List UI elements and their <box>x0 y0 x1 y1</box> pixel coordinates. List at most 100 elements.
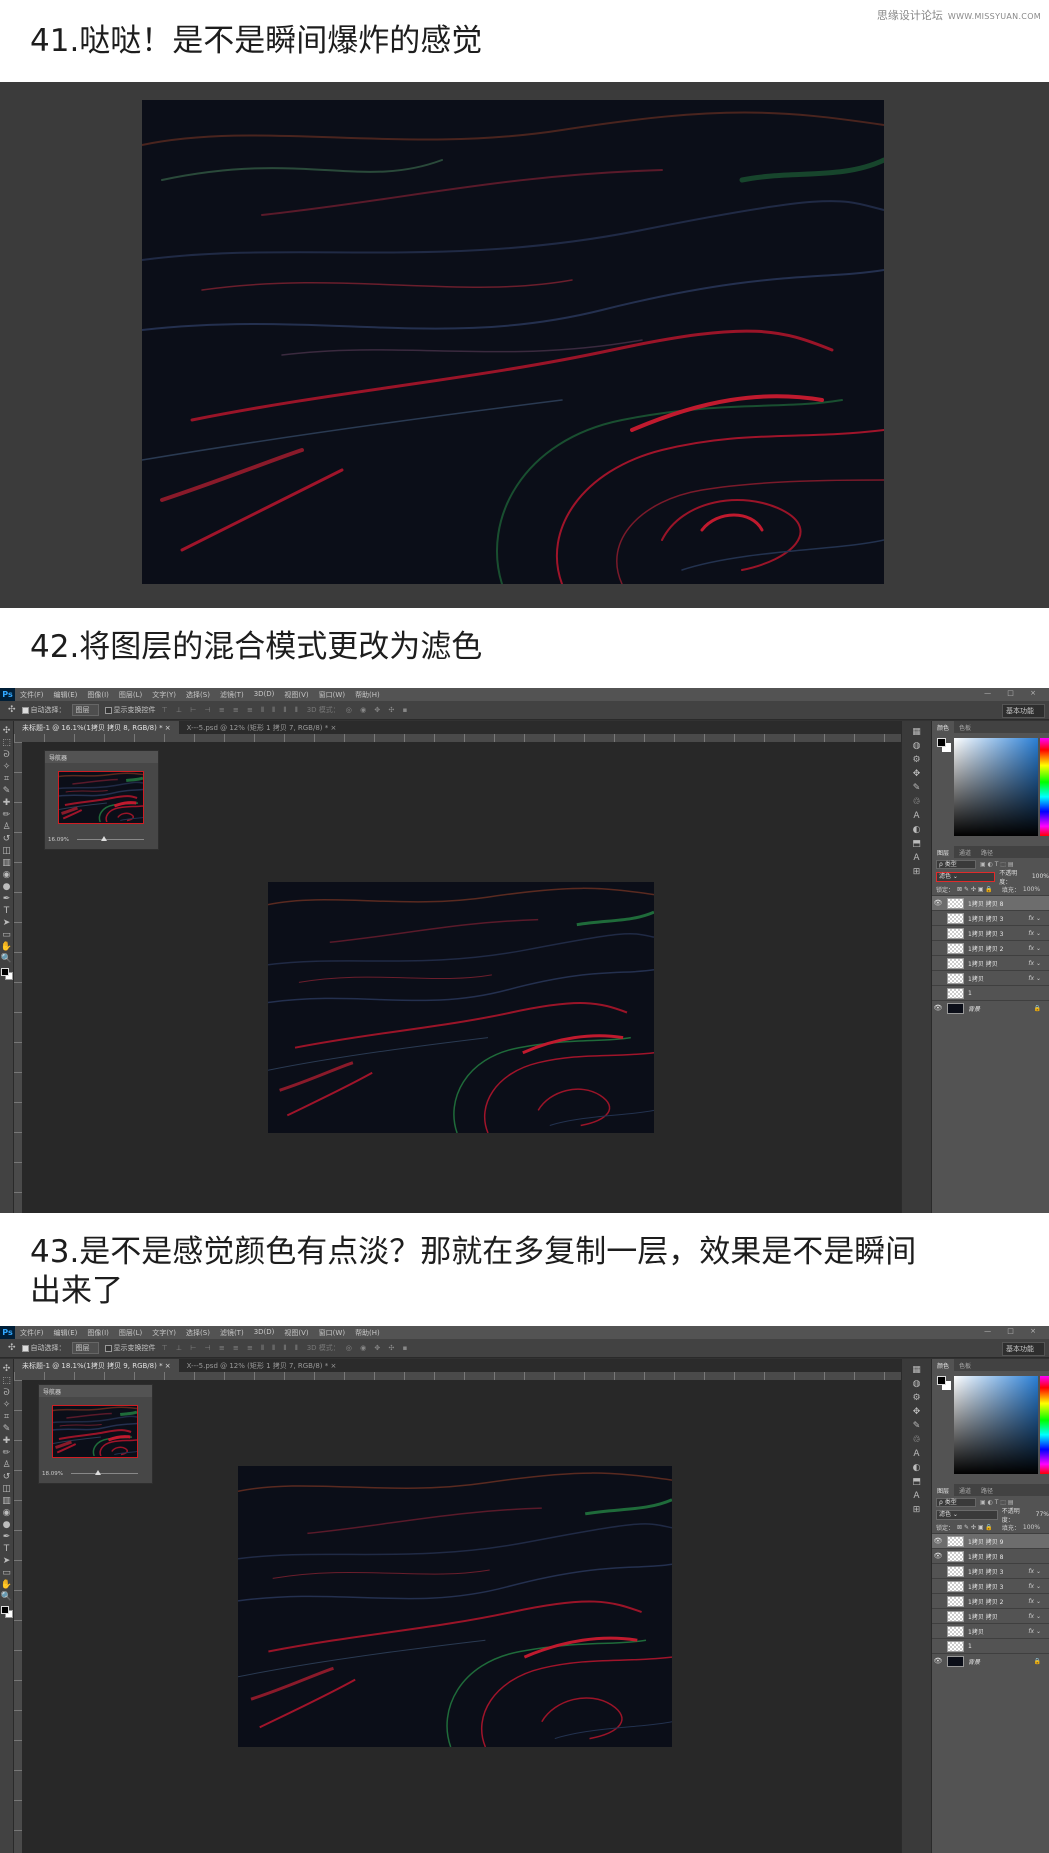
move-icon[interactable]: ✣ <box>0 1363 13 1375</box>
healing-icon[interactable]: ✚ <box>0 1435 13 1447</box>
panel-shortcut-icon[interactable]: ▦ <box>902 727 931 741</box>
blend-mode-dropdown[interactable]: 滤色 ⌄ <box>936 871 996 882</box>
document-tab[interactable]: X---5.psd @ 12% (矩形 1 拷贝 7, RGB/8) * × <box>179 1359 345 1372</box>
align-icons[interactable]: ⊤ ⊥ ⊢ ⊣ ≡ ≡ ≡ ⫴ ⫴ ⫴ ⦀ <box>162 1344 301 1353</box>
visibility-eye-icon[interactable]: 👁 <box>932 1004 944 1012</box>
filter-icons[interactable]: ▣ ◐ T ⬚ ▤ <box>980 1499 1014 1506</box>
magic-wand-icon[interactable]: ✧ <box>0 1399 13 1411</box>
panel-shortcut-icon[interactable]: A <box>902 811 931 825</box>
tab-layers[interactable]: 图层 <box>932 1484 955 1496</box>
show-transform-checkbox[interactable]: 显示变换控件 <box>104 705 156 715</box>
move-icon[interactable]: ✣ <box>0 725 13 737</box>
menu-item[interactable]: 文字(Y) <box>147 1328 181 1338</box>
layer-row[interactable]: 1拷贝 fx ⌄ <box>932 970 1049 985</box>
layer-row[interactable]: 1拷贝 拷贝 fx ⌄ <box>932 1608 1049 1623</box>
panel-shortcut-icon[interactable]: ⚙ <box>902 1393 931 1407</box>
panel-shortcut-icon[interactable]: A <box>902 1491 931 1505</box>
tab-layers[interactable]: 图层 <box>932 846 955 858</box>
foreground-color[interactable] <box>0 968 9 976</box>
navigator-zoom-slider[interactable] <box>71 1470 138 1475</box>
layer-effects-icon[interactable]: fx ⌄ <box>1028 1613 1041 1620</box>
blur-icon[interactable]: ◉ <box>0 869 13 881</box>
slider-knob-icon[interactable] <box>95 1470 101 1475</box>
blur-icon[interactable]: ◉ <box>0 1507 13 1519</box>
show-transform-checkbox[interactable]: 显示变换控件 <box>104 1343 156 1353</box>
fill-value[interactable]: 100% <box>1023 886 1040 893</box>
visibility-eye-icon[interactable]: 👁 <box>932 1537 944 1545</box>
panel-shortcut-icon[interactable]: ◍ <box>902 741 931 755</box>
menu-item[interactable]: 3D(D) <box>249 690 280 700</box>
panel-shortcut-icon[interactable]: ⊞ <box>902 1505 931 1519</box>
hand-icon[interactable]: ✋ <box>0 941 13 953</box>
menu-item[interactable]: 文字(Y) <box>147 690 181 700</box>
panel-shortcut-icon[interactable]: ⊞ <box>902 867 931 881</box>
layer-row[interactable]: 1拷贝 拷贝 3 fx ⌄ <box>932 1563 1049 1578</box>
lock-icons[interactable]: ⊠ ✎ ✣ ▣ 🔒 <box>957 1524 993 1531</box>
brush-icon[interactable]: ✏ <box>0 809 13 821</box>
layer-filter-dropdown[interactable]: ρ 类型 <box>936 859 976 869</box>
saturation-value-field[interactable] <box>954 738 1038 836</box>
layer-effects-icon[interactable]: fx ⌄ <box>1028 930 1041 937</box>
layer-filter-dropdown[interactable]: ρ 类型 <box>936 1497 976 1507</box>
document-tab[interactable]: 未标题-1 @ 16.1%(1拷贝 拷贝 8, RGB/8) * × <box>14 721 179 734</box>
panel-shortcut-icon[interactable]: ✎ <box>902 1421 931 1435</box>
saturation-value-field[interactable] <box>954 1376 1038 1474</box>
layer-row[interactable]: 1拷贝 fx ⌄ <box>932 1623 1049 1638</box>
path-select-icon[interactable]: ➤ <box>0 1555 13 1567</box>
menu-item[interactable]: 视图(V) <box>279 690 313 700</box>
zoom-icon[interactable]: 🔍 <box>0 1591 13 1603</box>
layer-effects-icon[interactable]: fx ⌄ <box>1028 1598 1041 1605</box>
navigator-thumbnail[interactable] <box>52 1405 138 1458</box>
auto-select-target-dropdown[interactable]: 图层 <box>71 704 99 716</box>
layer-row[interactable]: 👁 1拷贝 拷贝 9 <box>932 1533 1049 1548</box>
menu-item[interactable]: 文件(F) <box>15 690 49 700</box>
visibility-eye-icon[interactable]: 👁 <box>932 1657 944 1665</box>
marquee-icon[interactable]: ⬚ <box>0 1375 13 1387</box>
marquee-icon[interactable]: ⬚ <box>0 737 13 749</box>
mode-3d-icons[interactable]: ◎ ◉ ✥ ✣ ▪ <box>346 1344 411 1352</box>
workspace-dropdown[interactable]: 基本功能 <box>1002 1342 1045 1356</box>
navigator-zoom[interactable]: 16.09% <box>48 837 69 843</box>
mode-3d-icons[interactable]: ◎ ◉ ✥ ✣ ▪ <box>346 706 411 714</box>
workspace-dropdown[interactable]: 基本功能 <box>1002 704 1045 718</box>
menu-item[interactable]: 图像(I) <box>82 1328 114 1338</box>
eyedropper-icon[interactable]: ✎ <box>0 1423 13 1435</box>
type-icon[interactable]: T <box>0 905 13 917</box>
eraser-icon[interactable]: ◫ <box>0 1483 13 1495</box>
visibility-eye-icon[interactable]: 👁 <box>932 1552 944 1560</box>
crop-icon[interactable]: ⌗ <box>0 1411 13 1423</box>
tab-color[interactable]: 颜色 <box>932 1359 955 1371</box>
menu-item[interactable]: 选择(S) <box>181 1328 215 1338</box>
healing-icon[interactable]: ✚ <box>0 797 13 809</box>
foreground-background-swatch[interactable] <box>0 1606 13 1618</box>
panel-shortcut-icon[interactable]: ✎ <box>902 783 931 797</box>
tab-paths[interactable]: 路径 <box>976 1484 998 1496</box>
rectangle-icon[interactable]: ▭ <box>0 929 13 941</box>
zoom-icon[interactable]: 🔍 <box>0 953 13 965</box>
visibility-eye-icon[interactable]: 👁 <box>932 899 944 907</box>
menu-item[interactable]: 窗口(W) <box>314 1328 350 1338</box>
panel-shortcut-icon[interactable]: ▦ <box>902 1365 931 1379</box>
path-select-icon[interactable]: ➤ <box>0 917 13 929</box>
stamp-icon[interactable]: ♙ <box>0 821 13 833</box>
layer-row[interactable]: 👁 1拷贝 拷贝 8 <box>932 895 1049 910</box>
layer-effects-icon[interactable]: fx ⌄ <box>1028 1628 1041 1635</box>
crop-icon[interactable]: ⌗ <box>0 773 13 785</box>
panel-shortcut-icon[interactable]: ✥ <box>902 1407 931 1421</box>
panel-shortcut-icon[interactable]: ◍ <box>902 1379 931 1393</box>
layer-effects-icon[interactable]: fx ⌄ <box>1028 975 1041 982</box>
layer-row[interactable]: 1拷贝 拷贝 2 fx ⌄ <box>932 1593 1049 1608</box>
lasso-icon[interactable]: ᘐ <box>0 749 13 761</box>
menu-item[interactable]: 编辑(E) <box>49 690 83 700</box>
layer-effects-icon[interactable]: fx ⌄ <box>1028 1583 1041 1590</box>
tab-paths[interactable]: 路径 <box>976 846 998 858</box>
panel-shortcut-icon[interactable]: ✥ <box>902 769 931 783</box>
panel-shortcut-icon[interactable]: A <box>902 1449 931 1463</box>
document-canvas[interactable] <box>268 882 654 1133</box>
menu-item[interactable]: 窗口(W) <box>314 690 350 700</box>
navigator-zoom[interactable]: 18.09% <box>42 1471 63 1477</box>
magic-wand-icon[interactable]: ✧ <box>0 761 13 773</box>
foreground-background-swatch[interactable] <box>937 738 951 752</box>
history-brush-icon[interactable]: ↺ <box>0 833 13 845</box>
panel-shortcut-icon[interactable]: ⚙ <box>902 755 931 769</box>
